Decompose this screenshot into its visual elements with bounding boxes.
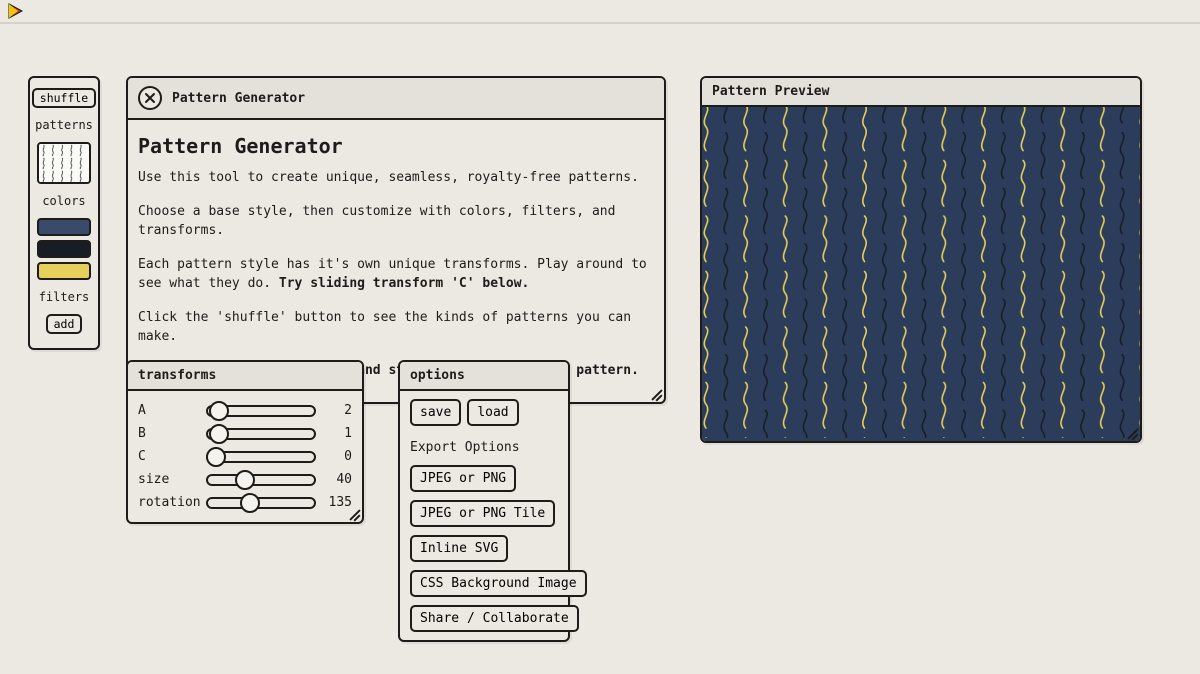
export-button-3[interactable]: CSS Background Image [410,570,587,597]
intro-panel: Pattern Generator Pattern Generator Use … [126,76,666,404]
options-header[interactable]: options [400,362,568,391]
load-button[interactable]: load [467,399,518,426]
slider-thumb[interactable] [240,493,260,513]
options-body: save load Export Options JPEG or PNG JPEG… [400,391,568,640]
save-button[interactable]: save [410,399,461,426]
resize-handle-icon[interactable] [348,508,360,520]
slider-rotation[interactable] [206,497,316,509]
sidebar-colors-label: colors [42,194,85,208]
slider-row-c: C0 [138,445,352,468]
workspace: shuffle patterns colors filters add Patt… [0,24,1200,674]
slider-thumb[interactable] [235,470,255,490]
slider-label: B [138,426,198,441]
add-filter-button[interactable]: add [46,314,83,334]
slider-value: 0 [324,449,352,464]
export-button-2[interactable]: Inline SVG [410,535,508,562]
slider-thumb[interactable] [206,447,226,467]
intro-header-title: Pattern Generator [172,91,305,106]
intro-header[interactable]: Pattern Generator [128,78,664,120]
slider-b[interactable] [206,428,316,440]
slider-value: 1 [324,426,352,441]
transforms-panel: transforms A2B1C0size40rotation135 [126,360,364,524]
transforms-body: A2B1C0size40rotation135 [128,391,362,522]
slider-label: C [138,449,198,464]
slider-thumb[interactable] [209,401,229,421]
sidebar-panel: shuffle patterns colors filters add [28,76,100,350]
intro-p2: Choose a base style, then customize with… [138,202,654,241]
slider-row-size: size 40 [138,468,352,491]
intro-title: Pattern Generator [138,134,654,158]
resize-handle-icon[interactable] [1126,427,1138,439]
sidebar-filters-label: filters [39,290,90,304]
slider-a[interactable] [206,405,316,417]
intro-p1: Use this tool to create unique, seamless… [138,168,654,188]
color-swatch-0[interactable] [37,218,91,236]
preview-panel: Pattern Preview [700,76,1142,443]
slider-label: A [138,403,198,418]
color-swatch-2[interactable] [37,262,91,280]
export-button-1[interactable]: JPEG or PNG Tile [410,500,555,527]
options-panel: options save load Export Options JPEG or… [398,360,570,642]
export-options-label: Export Options [410,440,520,455]
slider-label: size [138,472,198,487]
resize-handle-icon[interactable] [650,388,662,400]
export-button-0[interactable]: JPEG or PNG [410,465,516,492]
slider-size[interactable] [206,474,316,486]
app-logo-icon [6,2,24,20]
slider-row-rotation: rotation135 [138,491,352,514]
slider-value: 2 [324,403,352,418]
shuffle-button[interactable]: shuffle [32,88,96,108]
color-swatch-1[interactable] [37,240,91,258]
slider-value: 40 [324,472,352,487]
transforms-header[interactable]: transforms [128,362,362,391]
top-bar [0,0,1200,24]
slider-row-a: A2 [138,399,352,422]
intro-p3: Each pattern style has it's own unique t… [138,255,654,294]
slider-row-b: B1 [138,422,352,445]
slider-thumb[interactable] [209,424,229,444]
slider-c[interactable] [206,451,316,463]
pattern-thumbnail[interactable] [37,142,91,184]
pattern-preview-area [702,107,1140,441]
export-button-4[interactable]: Share / Collaborate [410,605,579,632]
slider-label: rotation [138,495,198,510]
preview-header[interactable]: Pattern Preview [702,78,1140,107]
close-icon[interactable] [138,86,162,110]
sidebar-patterns-label: patterns [35,118,93,132]
intro-p4: Click the 'shuffle' button to see the ki… [138,308,654,347]
